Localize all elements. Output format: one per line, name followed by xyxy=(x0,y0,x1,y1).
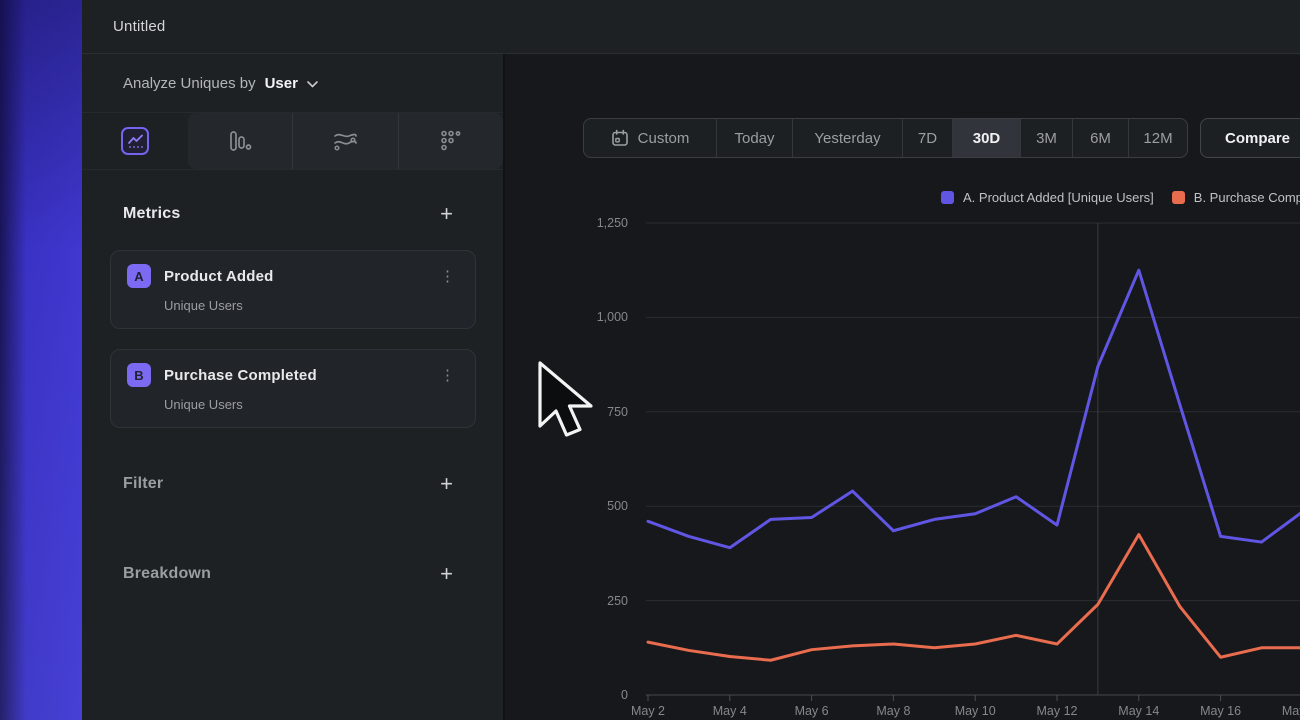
analyze-by-label: Analyze Uniques by xyxy=(123,75,256,92)
range-yesterday-button[interactable]: Yesterday xyxy=(793,119,903,157)
legend-swatch-purple xyxy=(941,191,954,204)
left-gradient-strip xyxy=(0,0,82,720)
range-label: Custom xyxy=(638,130,690,147)
add-filter-button[interactable]: + xyxy=(434,471,459,497)
metric-card-product-added[interactable]: A Product Added ⋮ Unique Users xyxy=(110,250,476,329)
tab-bar-chart[interactable] xyxy=(188,113,293,169)
kebab-menu-icon[interactable]: ⋮ xyxy=(436,366,459,385)
tab-flow-chart[interactable] xyxy=(293,113,398,169)
metric-badge-a: A xyxy=(127,264,151,288)
breakdown-title: Breakdown xyxy=(123,565,211,583)
app-window: Untitled Analyze Uniques by User xyxy=(82,0,1300,720)
kebab-menu-icon[interactable]: ⋮ xyxy=(436,267,459,286)
legend-swatch-orange xyxy=(1172,191,1185,204)
line-chart-icon xyxy=(121,127,149,155)
range-12m-button[interactable]: 12M xyxy=(1129,119,1187,157)
chevron-down-icon[interactable] xyxy=(307,81,318,88)
range-7d-button[interactable]: 7D xyxy=(903,119,953,157)
add-metric-button[interactable]: + xyxy=(434,201,459,227)
metrics-title: Metrics xyxy=(123,205,180,223)
metric-subtitle: Unique Users xyxy=(164,298,459,313)
chart-type-tab-panel xyxy=(188,113,503,169)
chart-type-tab-strip xyxy=(82,113,503,170)
flow-chart-icon xyxy=(332,131,358,151)
legend-item-product-added[interactable]: A. Product Added [Unique Users] xyxy=(941,190,1154,205)
metric-title: Product Added xyxy=(164,268,274,285)
tab-grid-matrix[interactable] xyxy=(399,113,503,169)
analyze-by-value-dropdown[interactable]: User xyxy=(265,75,298,92)
range-3m-button[interactable]: 3M xyxy=(1021,119,1073,157)
app-header: Untitled xyxy=(82,0,1300,54)
mouse-cursor xyxy=(536,360,596,448)
metrics-section-header: Metrics + xyxy=(82,192,503,236)
range-custom-button[interactable]: Custom xyxy=(584,119,717,157)
filter-title: Filter xyxy=(123,475,163,493)
range-30d-button[interactable]: 30D xyxy=(953,119,1021,157)
compare-button[interactable]: Compare xyxy=(1200,118,1300,158)
analyze-by-row: Analyze Uniques by User xyxy=(82,54,503,113)
metric-card-purchase-completed[interactable]: B Purchase Completed ⋮ Unique Users xyxy=(110,349,476,428)
calendar-icon xyxy=(611,129,629,147)
legend-item-purchase-completed[interactable]: B. Purchase Completed [Unique Users] xyxy=(1172,190,1300,205)
legend-label: B. Purchase Completed [Unique Users] xyxy=(1194,190,1300,205)
tab-line-chart[interactable] xyxy=(82,113,188,169)
chart-legend: A. Product Added [Unique Users] B. Purch… xyxy=(941,190,1300,205)
metric-badge-b: B xyxy=(127,363,151,387)
add-breakdown-button[interactable]: + xyxy=(434,561,459,587)
range-today-button[interactable]: Today xyxy=(717,119,793,157)
breakdown-section-header: Breakdown + xyxy=(82,552,503,596)
legend-label: A. Product Added [Unique Users] xyxy=(963,190,1154,205)
metric-title: Purchase Completed xyxy=(164,367,317,384)
sidebar: Analyze Uniques by User xyxy=(82,54,505,720)
metric-subtitle: Unique Users xyxy=(164,397,459,412)
bar-chart-icon xyxy=(228,130,252,152)
date-range-selector: Custom Today Yesterday 7D 30D 3M 6M 12M xyxy=(583,118,1188,158)
report-title: Untitled xyxy=(113,18,165,35)
range-6m-button[interactable]: 6M xyxy=(1073,119,1129,157)
filter-section-header: Filter + xyxy=(82,462,503,506)
grid-matrix-icon xyxy=(440,130,462,152)
